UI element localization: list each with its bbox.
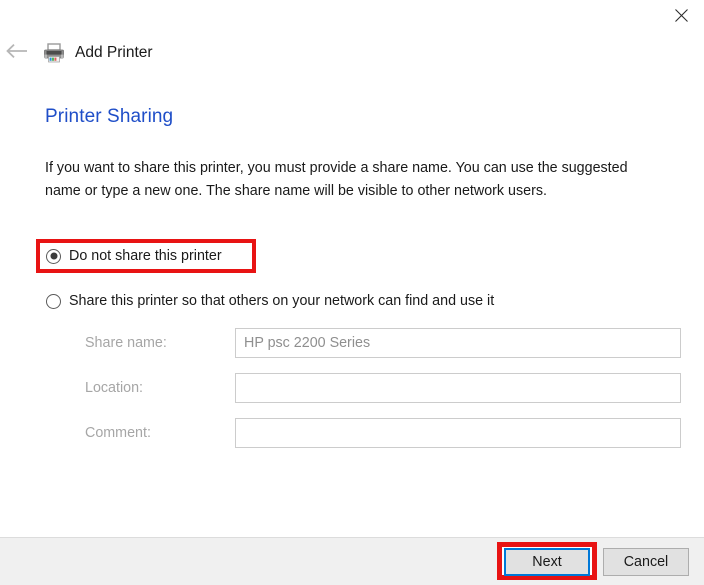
comment-input[interactable] bbox=[235, 418, 681, 448]
printer-icon bbox=[42, 41, 66, 65]
page-description: If you want to share this printer, you m… bbox=[45, 160, 628, 199]
dialog-footer bbox=[0, 537, 704, 585]
next-button[interactable]: Next bbox=[504, 548, 590, 576]
radio-label-share: Share this printer so that others on you… bbox=[69, 293, 495, 309]
share-details-form: Share name: Location: Comment: bbox=[85, 328, 685, 463]
close-button[interactable] bbox=[658, 0, 704, 30]
location-input[interactable] bbox=[235, 373, 681, 403]
radio-option-do-not-share[interactable]: Do not share this printer bbox=[36, 239, 256, 273]
share-name-input[interactable] bbox=[235, 328, 681, 358]
label-comment: Comment: bbox=[85, 425, 151, 441]
back-button[interactable] bbox=[0, 38, 34, 68]
field-row-share-name: Share name: bbox=[85, 328, 685, 358]
sharing-options-group: Do not share this printer Share this pri… bbox=[36, 239, 596, 314]
field-row-location: Location: bbox=[85, 373, 685, 403]
page-title: Printer Sharing bbox=[45, 106, 174, 127]
label-location: Location: bbox=[85, 380, 144, 396]
radio-mark-selected bbox=[46, 248, 61, 264]
radio-label-do-not-share: Do not share this printer bbox=[69, 248, 222, 264]
dialog-header: Add Printer bbox=[0, 38, 704, 68]
close-icon bbox=[674, 8, 688, 22]
radio-mark-unselected bbox=[46, 293, 61, 309]
title-bar bbox=[0, 0, 704, 30]
back-arrow-icon bbox=[6, 43, 28, 64]
label-share-name: Share name: bbox=[85, 335, 167, 351]
field-row-comment: Comment: bbox=[85, 418, 685, 448]
app-title: Add Printer bbox=[75, 44, 153, 61]
radio-option-share[interactable]: Share this printer so that others on you… bbox=[46, 288, 596, 314]
cancel-button[interactable]: Cancel bbox=[603, 548, 689, 576]
